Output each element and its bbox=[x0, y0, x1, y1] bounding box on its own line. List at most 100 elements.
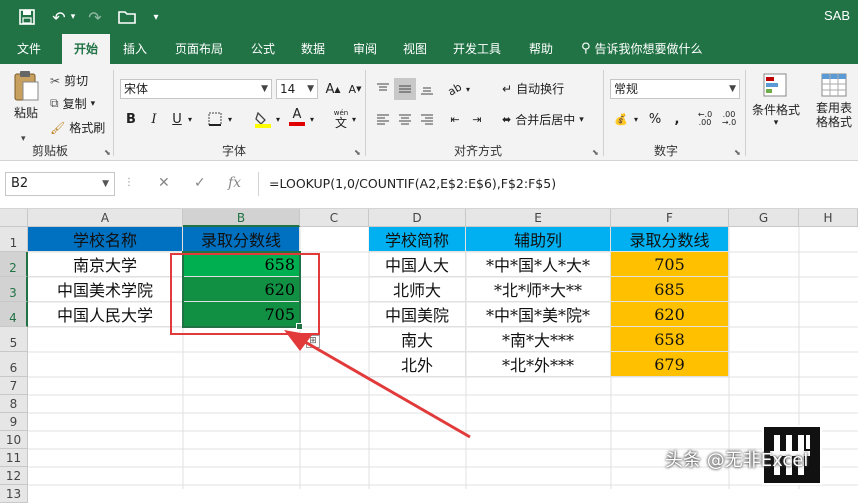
tab-page-layout[interactable]: 页面布局 bbox=[168, 34, 230, 64]
row-header-4[interactable]: 4 bbox=[0, 302, 28, 327]
wrap-text-button[interactable]: ↵ 自动换行 bbox=[502, 80, 564, 97]
phonetic-dropdown-icon[interactable]: ▾ bbox=[348, 108, 360, 130]
table2-cell-d5[interactable]: 南大 bbox=[369, 327, 466, 352]
quick-analysis-icon[interactable]: ⊞ bbox=[306, 335, 320, 348]
undo-dropdown-icon[interactable]: ▾ bbox=[68, 6, 78, 28]
table2-header-helper[interactable]: 辅助列 bbox=[466, 227, 611, 252]
enter-icon[interactable]: ✓ bbox=[194, 175, 206, 191]
border-dropdown-icon[interactable]: ▾ bbox=[224, 108, 236, 130]
insert-function-icon[interactable]: fx bbox=[228, 175, 241, 191]
italic-button[interactable]: I bbox=[143, 108, 165, 130]
align-center-button[interactable] bbox=[394, 108, 416, 130]
more-options-icon[interactable]: ⋮ bbox=[124, 177, 134, 188]
table2-header-short-name[interactable]: 学校简称 bbox=[369, 227, 466, 252]
table2-cell-d2[interactable]: 中国人大 bbox=[369, 252, 466, 277]
tab-view[interactable]: 视图 bbox=[396, 34, 434, 64]
table2-cell-d4[interactable]: 中国美院 bbox=[369, 302, 466, 327]
redo-icon[interactable]: ↷ bbox=[84, 6, 106, 28]
comma-button[interactable]: , bbox=[666, 108, 688, 130]
grow-font-button[interactable]: A ▲ bbox=[322, 78, 344, 100]
tab-insert[interactable]: 插入 bbox=[116, 34, 154, 64]
table2-cell-e5[interactable]: *南*大*** bbox=[466, 327, 611, 352]
font-launcher-icon[interactable]: ⬊ bbox=[354, 148, 361, 157]
table2-cell-f5[interactable]: 658 bbox=[611, 327, 729, 352]
decrease-decimal-button[interactable]: .00 →.0 bbox=[718, 108, 740, 130]
save-icon[interactable] bbox=[16, 6, 38, 28]
shrink-font-button[interactable]: A ▼ bbox=[344, 78, 366, 100]
fill-color-button[interactable] bbox=[252, 108, 274, 130]
format-painter-button[interactable]: 🖌 格式刷 bbox=[50, 119, 105, 136]
row-header-7[interactable]: 7 bbox=[0, 377, 28, 395]
column-header-g[interactable]: G bbox=[729, 209, 799, 227]
fill-dropdown-icon[interactable]: ▾ bbox=[272, 108, 284, 130]
copy-dropdown-icon[interactable]: ▾ bbox=[91, 99, 96, 109]
underline-dropdown-icon[interactable]: ▾ bbox=[184, 108, 196, 130]
table1-header-school-name[interactable]: 学校名称 bbox=[28, 227, 183, 252]
tab-help[interactable]: 帮助 bbox=[522, 34, 560, 64]
row-header-6[interactable]: 6 bbox=[0, 352, 28, 377]
paste-dropdown-icon[interactable]: ▾ bbox=[21, 134, 26, 144]
table2-cell-d6[interactable]: 北外 bbox=[369, 352, 466, 377]
table1-cell-a3[interactable]: 中国美术学院 bbox=[28, 277, 183, 302]
column-header-h[interactable]: H bbox=[799, 209, 858, 227]
table2-cell-d3[interactable]: 北师大 bbox=[369, 277, 466, 302]
row-header-10[interactable]: 10 bbox=[0, 431, 28, 449]
border-button[interactable] bbox=[204, 108, 226, 130]
alignment-launcher-icon[interactable]: ⬊ bbox=[592, 148, 599, 157]
column-header-d[interactable]: D bbox=[369, 209, 466, 227]
row-header-11[interactable]: 11 bbox=[0, 449, 28, 467]
cut-button[interactable]: ✂ 剪切 bbox=[50, 72, 88, 89]
decrease-indent-button[interactable]: ⇤ bbox=[444, 108, 466, 130]
customize-toolbar-icon[interactable]: ▾ bbox=[148, 6, 164, 28]
paste-button[interactable]: 粘贴 bbox=[8, 70, 44, 132]
clipboard-launcher-icon[interactable]: ⬊ bbox=[104, 148, 111, 157]
column-header-a[interactable]: A bbox=[28, 209, 183, 227]
table1-cell-a2[interactable]: 南京大学 bbox=[28, 252, 183, 277]
align-middle-button[interactable] bbox=[394, 78, 416, 100]
table2-cell-e2[interactable]: *中*国*人*大* bbox=[466, 252, 611, 277]
currency-button[interactable]: 💰 bbox=[610, 108, 632, 130]
table2-cell-f3[interactable]: 685 bbox=[611, 277, 729, 302]
copy-button[interactable]: ⧉ 复制 ▾ bbox=[50, 95, 95, 112]
align-right-button[interactable] bbox=[416, 108, 438, 130]
row-header-13[interactable]: 13 bbox=[0, 485, 28, 503]
tab-home[interactable]: 开始 bbox=[62, 34, 110, 64]
tab-formulas[interactable]: 公式 bbox=[244, 34, 282, 64]
select-all-corner[interactable] bbox=[0, 209, 28, 227]
tell-me-search[interactable]: ⚲ 告诉我你想要做什么 bbox=[574, 34, 710, 64]
undo-icon[interactable]: ↶ bbox=[48, 6, 70, 28]
tab-review[interactable]: 审阅 bbox=[346, 34, 384, 64]
table2-cell-e6[interactable]: *北*外*** bbox=[466, 352, 611, 377]
column-header-b[interactable]: B bbox=[183, 209, 300, 227]
table2-cell-e4[interactable]: *中*国*美*院* bbox=[466, 302, 611, 327]
table1-header-score[interactable]: 录取分数线 bbox=[183, 227, 300, 252]
column-header-f[interactable]: F bbox=[611, 209, 729, 227]
row-header-8[interactable]: 8 bbox=[0, 395, 28, 413]
row-header-2[interactable]: 2 bbox=[0, 252, 28, 277]
row-header-5[interactable]: 5 bbox=[0, 327, 28, 352]
increase-decimal-button[interactable]: ←.0.00 bbox=[694, 108, 716, 130]
formula-input[interactable]: =LOOKUP(1,0/COUNTIF(A2,E$2:E$6),F$2:F$5) bbox=[258, 172, 858, 196]
increase-indent-button[interactable]: ⇥ bbox=[466, 108, 488, 130]
open-folder-icon[interactable] bbox=[116, 6, 138, 28]
format-as-table-button[interactable]: 套用表格格式 bbox=[806, 72, 858, 129]
currency-dropdown-icon[interactable]: ▾ bbox=[630, 108, 642, 130]
conditional-format-button[interactable]: 条件格式 ▾ bbox=[750, 72, 802, 128]
table2-cell-f6[interactable]: 679 bbox=[611, 352, 729, 377]
table2-cell-f2[interactable]: 705 bbox=[611, 252, 729, 277]
table2-cell-f4[interactable]: 620 bbox=[611, 302, 729, 327]
align-bottom-button[interactable] bbox=[416, 78, 438, 100]
table1-cell-a4[interactable]: 中国人民大学 bbox=[28, 302, 183, 327]
font-color-button[interactable]: A bbox=[286, 106, 308, 128]
row-header-3[interactable]: 3 bbox=[0, 277, 28, 302]
tab-data[interactable]: 数据 bbox=[294, 34, 332, 64]
table2-header-score[interactable]: 录取分数线 bbox=[611, 227, 729, 252]
orientation-dropdown-icon[interactable]: ▾ bbox=[462, 78, 474, 100]
row-header-1[interactable]: 1 bbox=[0, 227, 28, 252]
percent-button[interactable]: % bbox=[644, 108, 666, 130]
column-header-c[interactable]: C bbox=[300, 209, 369, 227]
table2-cell-e3[interactable]: *北*师*大** bbox=[466, 277, 611, 302]
align-top-button[interactable] bbox=[372, 78, 394, 100]
name-box[interactable]: B2 ▼ bbox=[5, 172, 115, 196]
tab-developer[interactable]: 开发工具 bbox=[446, 34, 508, 64]
